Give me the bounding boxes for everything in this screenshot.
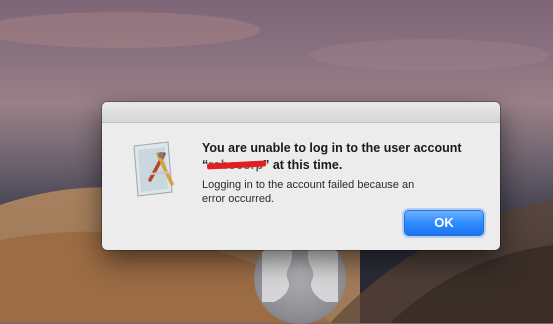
directory-utility-icon: [133, 141, 174, 197]
title-line-1: You are unable to log in to the user acc…: [202, 141, 462, 155]
ok-button[interactable]: OK: [404, 210, 484, 236]
dialog-title: You are unable to log in to the user acc…: [202, 140, 482, 174]
redacted-username: robocorp: [208, 158, 264, 172]
title-line-2-rest: ” at this time.: [263, 158, 343, 172]
dialog-message: Logging in to the account failed because…: [202, 179, 415, 205]
login-error-dialog: You are unable to log in to the user acc…: [102, 102, 500, 250]
dialog-titlebar: [102, 102, 500, 123]
